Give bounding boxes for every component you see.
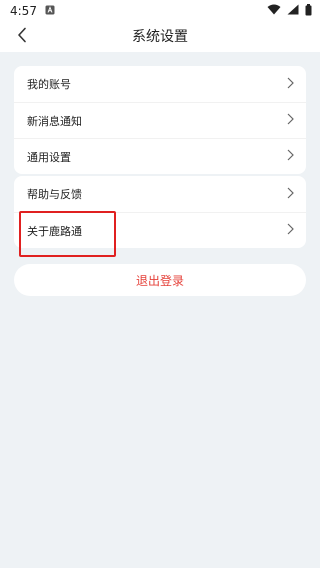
menu-item-help-feedback[interactable]: 帮助与反馈 bbox=[14, 176, 306, 212]
menu-item-label: 我的账号 bbox=[27, 78, 71, 91]
chevron-right-icon bbox=[287, 113, 294, 128]
menu-item-my-account[interactable]: 我的账号 bbox=[14, 66, 306, 102]
menu-item-label: 帮助与反馈 bbox=[27, 188, 82, 201]
menu-item-message-notifications[interactable]: 新消息通知 bbox=[14, 102, 306, 138]
chevron-right-icon bbox=[287, 149, 294, 164]
status-time: 4:57 bbox=[10, 4, 37, 18]
wifi-icon bbox=[267, 4, 281, 18]
chevron-right-icon bbox=[287, 223, 294, 238]
status-right bbox=[267, 3, 312, 19]
menu-item-label: 通用设置 bbox=[27, 150, 71, 164]
status-left: 4:57 bbox=[10, 4, 55, 18]
menu-item-label: 关于鹿路通 bbox=[27, 224, 82, 238]
nav-bar: 系统设置 bbox=[0, 22, 320, 52]
battery-icon bbox=[305, 3, 312, 19]
notification-a-icon bbox=[45, 4, 55, 18]
settings-group-account: 我的账号 新消息通知 通用设置 bbox=[14, 66, 306, 174]
settings-group-help: 帮助与反馈 关于鹿路通 bbox=[14, 176, 306, 248]
logout-button[interactable]: 退出登录 bbox=[14, 264, 306, 296]
menu-item-general-settings[interactable]: 通用设置 bbox=[14, 138, 306, 174]
menu-item-about[interactable]: 关于鹿路通 bbox=[14, 212, 306, 248]
signal-icon bbox=[287, 4, 299, 18]
status-bar: 4:57 bbox=[0, 0, 320, 22]
chevron-right-icon bbox=[287, 77, 294, 92]
menu-item-label: 新消息通知 bbox=[27, 114, 82, 128]
chevron-right-icon bbox=[287, 187, 294, 202]
page-title: 系统设置 bbox=[132, 29, 188, 45]
